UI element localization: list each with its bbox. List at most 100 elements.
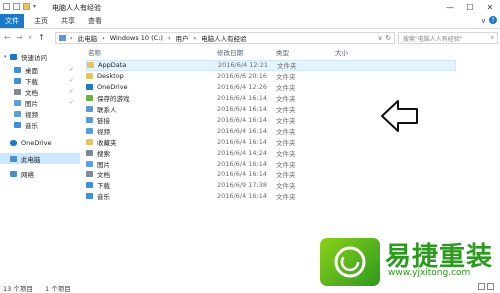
close-button[interactable]: ✕: [480, 0, 500, 14]
column-header-size[interactable]: 大小: [335, 47, 348, 57]
window-controls: — ☐ ✕: [440, 0, 500, 14]
ribbon: 文件 主页 共享 查看 ∨ ?: [0, 14, 500, 29]
properties-icon[interactable]: [13, 3, 20, 10]
sidebar-item-music[interactable]: 音乐: [0, 119, 80, 130]
file-row[interactable]: 音乐 2016/6/4 16:14 文件夹: [86, 191, 456, 202]
file-row[interactable]: 收藏夹 2016/6/4 16:14 文件夹: [86, 136, 456, 147]
file-date: 2016/6/4 12:21: [218, 61, 268, 70]
column-header-name[interactable]: 名称: [88, 47, 101, 57]
file-date: 2016/6/4 16:14: [217, 94, 267, 103]
file-name: OneDrive: [97, 83, 128, 92]
file-row[interactable]: 文档 2016/6/4 16:14 文件夹: [86, 169, 456, 180]
search-icon[interactable]: ⌕: [491, 34, 494, 42]
sidebar-item-onedrive[interactable]: OneDrive: [0, 137, 80, 148]
tab-share[interactable]: 共享: [61, 16, 75, 26]
sidebar-item-label: 视频: [25, 110, 38, 119]
help-icon[interactable]: ?: [489, 16, 497, 24]
sidebar-item-label: 网络: [21, 170, 34, 179]
file-name: Desktop: [97, 72, 124, 81]
view-toggles: [478, 283, 494, 290]
file-name: 保存的游戏: [97, 95, 130, 104]
file-date: 2016/6/9 17:38: [217, 181, 267, 190]
new-folder-icon[interactable]: [23, 3, 30, 10]
file-type: 文件夹: [276, 84, 296, 93]
sidebar-item-quick-access[interactable]: ▾ 快速访问: [0, 51, 80, 62]
maximize-button[interactable]: ☐: [460, 0, 480, 14]
ribbon-expand-icon[interactable]: ∨: [481, 17, 486, 25]
sidebar-item-this-pc[interactable]: 此电脑: [0, 153, 80, 164]
sidebar-item-pictures[interactable]: 图片 ✓: [0, 97, 80, 108]
file-name: AppData: [98, 61, 127, 70]
minimize-button[interactable]: —: [440, 0, 460, 14]
file-row[interactable]: OneDrive 2016/6/4 12:26 文件夹: [86, 82, 456, 93]
pin-icon[interactable]: ✓: [69, 66, 74, 73]
sidebar-item-label: 文档: [25, 88, 38, 97]
tab-view[interactable]: 查看: [88, 16, 102, 26]
tab-file[interactable]: 文件: [0, 14, 24, 28]
file-name: 音乐: [97, 193, 110, 202]
cloud-icon: [10, 139, 17, 146]
pin-icon[interactable]: ✓: [69, 77, 74, 84]
sidebar-item-label: 音乐: [25, 121, 38, 130]
breadcrumb-users[interactable]: 用户: [176, 33, 189, 43]
document-icon: [14, 88, 21, 95]
pointer-arrow-icon: [381, 100, 418, 132]
address-bar[interactable]: › 此电脑 › Windows 10 (C:) › 用户 › 电脑人人有经验 ∨…: [55, 32, 395, 44]
file-row[interactable]: AppData 2016/6/4 12:21 文件夹: [86, 60, 456, 71]
breadcrumb-current[interactable]: 电脑人人有经验: [201, 33, 247, 43]
file-type: 文件夹: [277, 62, 297, 71]
up-icon[interactable]: ↑: [38, 33, 45, 42]
sidebar-item-videos[interactable]: 视频: [0, 108, 80, 119]
item-count: 13 个项目: [3, 285, 33, 293]
pin-icon[interactable]: ✓: [69, 88, 74, 95]
file-type: 文件夹: [276, 193, 296, 202]
folder-icon: [86, 106, 93, 113]
sidebar-item-desktop[interactable]: 桌面 ✓: [0, 64, 80, 75]
column-header-type[interactable]: 类型: [276, 47, 289, 57]
file-type: 文件夹: [276, 116, 296, 125]
file-type: 文件夹: [276, 127, 296, 136]
details-view-icon[interactable]: [478, 283, 485, 290]
file-row[interactable]: 搜索 2016/6/4 14:24 文件夹: [86, 147, 456, 158]
sidebar-item-downloads[interactable]: 下载 ✓: [0, 75, 80, 86]
column-header-date[interactable]: 修改日期: [217, 47, 243, 57]
back-icon[interactable]: ←: [4, 33, 11, 42]
address-dropdown-icon[interactable]: ∨: [378, 34, 383, 42]
forward-icon[interactable]: →: [16, 33, 23, 42]
star-icon: [10, 53, 17, 60]
file-row[interactable]: Desktop 2016/6/6 20:16 文件夹: [86, 71, 456, 82]
file-name: 联系人: [97, 106, 117, 115]
breadcrumb-separator: ›: [193, 34, 197, 42]
sidebar-item-network[interactable]: 网络: [0, 168, 80, 179]
pin-icon[interactable]: ✓: [69, 99, 74, 106]
file-date: 2016/6/4 16:14: [217, 126, 267, 135]
file-date: 2016/6/4 14:24: [217, 148, 267, 157]
picture-icon: [14, 99, 21, 106]
folder-icon: [86, 127, 93, 134]
search-input[interactable]: 搜索"电脑人人有经验" ⌕: [398, 32, 498, 44]
file-date: 2016/6/6 20:16: [217, 72, 267, 81]
breadcrumb-this-pc[interactable]: 此电脑: [78, 33, 98, 43]
breadcrumb-drive[interactable]: Windows 10 (C:): [110, 34, 163, 42]
file-date: 2016/6/4 16:14: [217, 105, 267, 114]
breadcrumb-separator: ›: [167, 34, 171, 42]
recent-locations-icon[interactable]: ∨: [28, 34, 32, 41]
network-icon: [10, 170, 17, 177]
search-placeholder: 搜索"电脑人人有经验": [403, 35, 463, 43]
large-icons-view-icon[interactable]: [487, 283, 494, 290]
file-type: 文件夹: [276, 149, 296, 158]
refresh-icon[interactable]: ↻: [386, 34, 391, 42]
video-icon: [14, 110, 21, 117]
file-type: 文件夹: [276, 160, 296, 169]
file-row[interactable]: 图片 2016/6/4 16:14 文件夹: [86, 158, 456, 169]
file-name: 搜索: [97, 149, 110, 158]
tab-home[interactable]: 主页: [34, 16, 48, 26]
folder-icon: [86, 171, 93, 178]
desktop-icon: [14, 66, 21, 73]
app-icon: [3, 3, 10, 10]
sidebar-item-label: 桌面: [25, 66, 38, 75]
sidebar-item-documents[interactable]: 文档 ✓: [0, 86, 80, 97]
file-name: 文档: [97, 171, 110, 180]
qat-dropdown-icon[interactable]: ▾: [33, 3, 37, 10]
file-row[interactable]: 下载 2016/6/9 17:38 文件夹: [86, 180, 456, 191]
